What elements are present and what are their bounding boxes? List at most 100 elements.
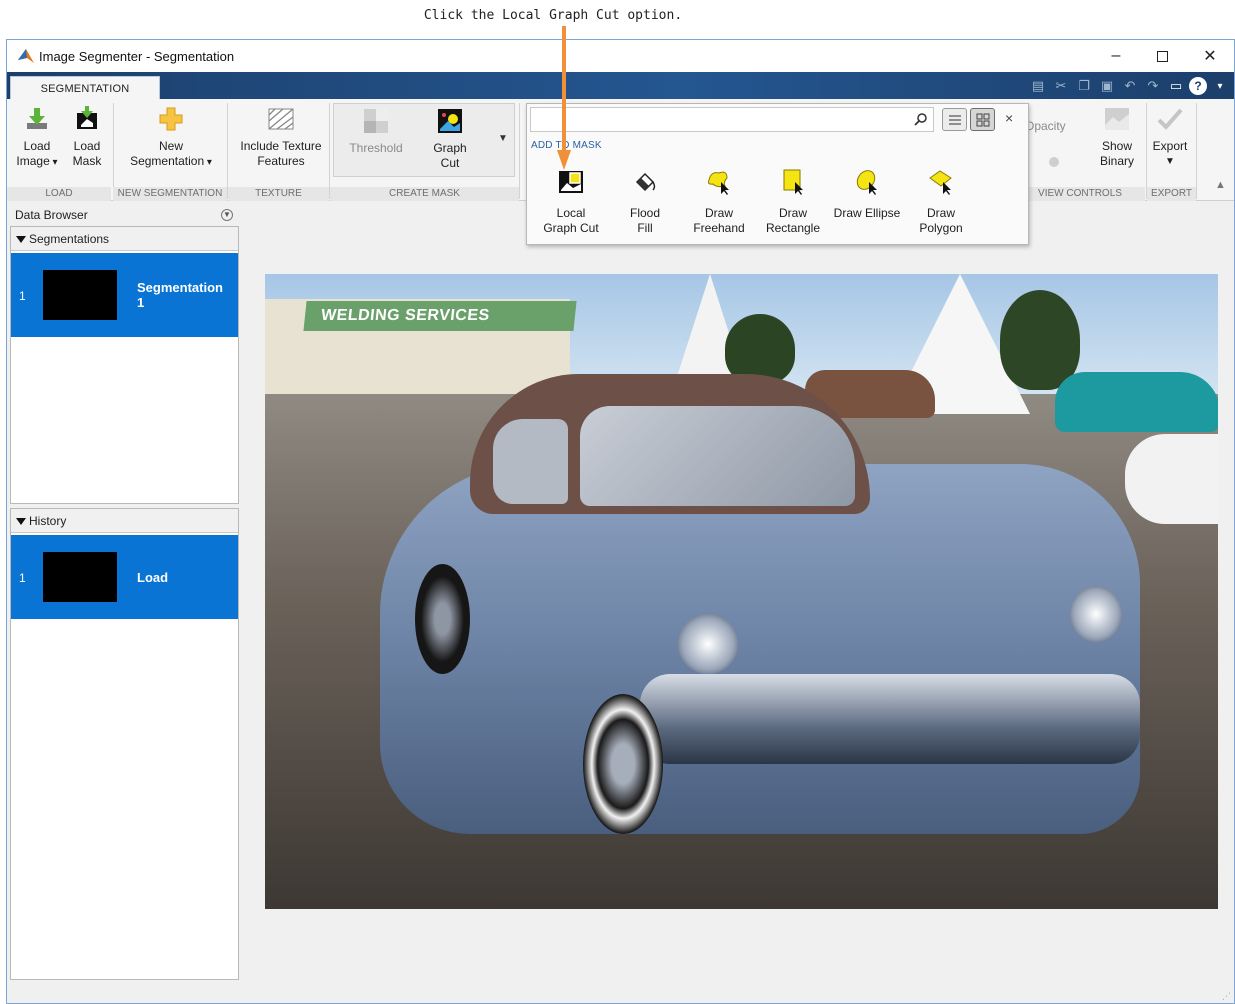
- image-display[interactable]: WELDING SERVICES: [265, 274, 1218, 909]
- export-dropdown-icon: ▼: [1165, 156, 1175, 167]
- load-image-label-2: Image: [11, 154, 63, 170]
- window-title: Image Segmenter - Segmentation: [39, 49, 235, 64]
- layout-icon[interactable]: ▭: [1166, 77, 1186, 95]
- load-mask-label-1: Load: [73, 139, 101, 153]
- callout-arrow-overlay: [557, 26, 571, 172]
- paste-icon[interactable]: ▣: [1097, 77, 1117, 95]
- draw-ellipse-label-1: Draw Ellipse: [833, 206, 901, 220]
- quick-access-toolbar: ▤ ✂ ❐ ▣ ↶ ↷ ▭ ? ▾: [1028, 77, 1230, 95]
- export-button[interactable]: Export ▼: [1147, 105, 1193, 169]
- search-icon[interactable]: [914, 112, 928, 126]
- draw-polygon-label-2: Polygon: [919, 221, 963, 235]
- popup-close-icon[interactable]: ×: [1005, 110, 1013, 126]
- save-icon[interactable]: ▤: [1028, 77, 1048, 95]
- group-label-export: EXPORT: [1147, 187, 1196, 201]
- minimize-button[interactable]: –: [1093, 40, 1139, 72]
- group-label-load: LOAD: [7, 187, 111, 201]
- texture-label-2: Features: [257, 154, 305, 168]
- collapse-ribbon-icon[interactable]: ▲: [1215, 179, 1226, 191]
- graph-cut-button[interactable]: Graph Cut: [421, 107, 479, 171]
- tab-segmentation[interactable]: SEGMENTATION: [10, 76, 160, 100]
- new-segmentation-button[interactable]: New Segmentation: [115, 105, 227, 170]
- list-view-icon[interactable]: [942, 108, 967, 131]
- draw-freehand-label-2: Freehand: [693, 221, 745, 235]
- load-image-button[interactable]: Load Image: [11, 105, 63, 170]
- draw-rectangle-option[interactable]: Draw Rectangle: [755, 168, 831, 236]
- draw-rectangle-label-1: Draw: [778, 206, 807, 220]
- new-segmentation-label-1: New: [158, 139, 183, 153]
- segmentations-header[interactable]: Segmentations: [11, 227, 238, 251]
- threshold-label: Threshold: [349, 141, 403, 155]
- group-label-view-controls: VIEW CONTROLS: [1029, 187, 1145, 201]
- texture-icon: [268, 108, 294, 130]
- show-binary-icon: [1105, 108, 1129, 130]
- segmentation-list-item[interactable]: 1 Segmentation 1: [11, 253, 238, 337]
- maximize-button[interactable]: [1139, 40, 1185, 72]
- draw-freehand-label-1: Draw: [704, 206, 733, 220]
- opacity-slider[interactable]: [1049, 157, 1059, 167]
- local-graph-cut-icon: [559, 171, 583, 193]
- draw-ellipse-option[interactable]: Draw Ellipse: [829, 168, 905, 221]
- matlab-logo-icon: [18, 49, 34, 63]
- local-graph-cut-option[interactable]: Local Graph Cut: [533, 168, 609, 236]
- close-button[interactable]: ✕: [1187, 40, 1233, 72]
- data-browser-menu-icon[interactable]: ▼: [221, 209, 233, 221]
- draw-freehand-option[interactable]: Draw Freehand: [681, 168, 757, 236]
- load-image-icon: [27, 108, 47, 129]
- draw-freehand-icon: [708, 171, 729, 195]
- history-thumbnail: [43, 552, 117, 602]
- segmentation-thumbnail: [43, 270, 117, 320]
- cut-icon[interactable]: ✂: [1051, 77, 1071, 95]
- popup-search-input[interactable]: [530, 107, 934, 132]
- show-binary-button[interactable]: Show Binary: [1091, 105, 1143, 169]
- ribbon-tab-strip: SEGMENTATION ▤ ✂ ❐ ▣ ↶ ↷ ▭ ? ▾: [7, 72, 1234, 100]
- export-check-icon: [1157, 108, 1183, 130]
- chevron-down-icon[interactable]: ▾: [1210, 77, 1230, 95]
- flood-fill-option[interactable]: Flood Fill: [607, 168, 683, 236]
- flood-fill-icon: [635, 172, 656, 192]
- car-body: [380, 464, 1140, 834]
- local-graph-cut-label-2: Graph Cut: [543, 221, 599, 235]
- threshold-button[interactable]: Threshold: [341, 107, 411, 156]
- segmentations-panel: Segmentations 1 Segmentation 1: [10, 226, 239, 504]
- group-label-new-segmentation: NEW SEGMENTATION: [113, 187, 227, 201]
- draw-polygon-option[interactable]: Draw Polygon: [903, 168, 979, 236]
- export-label: Export: [1152, 139, 1188, 153]
- data-browser-header: Data Browser ▼: [10, 205, 239, 225]
- draw-polygon-label-1: Draw: [926, 206, 955, 220]
- threshold-icon: [364, 109, 388, 133]
- flood-fill-label-1: Flood: [629, 206, 661, 220]
- gallery-expand-icon[interactable]: ▼: [498, 133, 508, 144]
- new-segmentation-label-2: Segmentation: [115, 154, 227, 170]
- include-texture-button[interactable]: Include Texture Features: [231, 105, 331, 169]
- show-binary-label-2: Binary: [1099, 154, 1134, 168]
- graph-cut-label-1: Graph: [433, 141, 467, 155]
- history-name: Load: [137, 570, 169, 585]
- maximize-icon: [1156, 50, 1168, 62]
- help-icon[interactable]: ?: [1189, 77, 1207, 95]
- group-label-texture: TEXTURE: [228, 187, 329, 201]
- history-list-item[interactable]: 1 Load: [11, 535, 238, 619]
- welding-sign: WELDING SERVICES: [303, 301, 577, 331]
- data-browser-title: Data Browser: [15, 208, 88, 222]
- new-segmentation-icon: [159, 107, 183, 131]
- undo-icon[interactable]: ↶: [1120, 77, 1140, 95]
- draw-rectangle-icon: [783, 169, 803, 195]
- opacity-label: Opacity: [1025, 119, 1066, 133]
- draw-rectangle-label-2: Rectangle: [765, 221, 821, 235]
- redo-icon[interactable]: ↷: [1143, 77, 1163, 95]
- resize-grip-icon[interactable]: ⋰: [1222, 991, 1232, 1001]
- instruction-callout: Click the Local Graph Cut option.: [423, 8, 683, 23]
- graph-cut-label-2: Cut: [440, 156, 460, 170]
- grid-view-icon[interactable]: [970, 108, 995, 131]
- graph-cut-icon: [438, 109, 462, 133]
- title-bar: Image Segmenter - Segmentation – ✕: [7, 40, 1234, 72]
- load-mask-label-2: Mask: [72, 154, 102, 168]
- history-header[interactable]: History: [11, 509, 238, 533]
- group-label-create-mask: CREATE MASK: [330, 187, 519, 201]
- draw-ellipse-icon: [856, 170, 877, 195]
- load-mask-button[interactable]: Load Mask: [65, 105, 109, 169]
- add-to-mask-popup: × ADD TO MASK Local Graph Cut Flood Fill: [526, 103, 1029, 245]
- copy-icon[interactable]: ❐: [1074, 77, 1094, 95]
- load-mask-icon: [77, 106, 97, 129]
